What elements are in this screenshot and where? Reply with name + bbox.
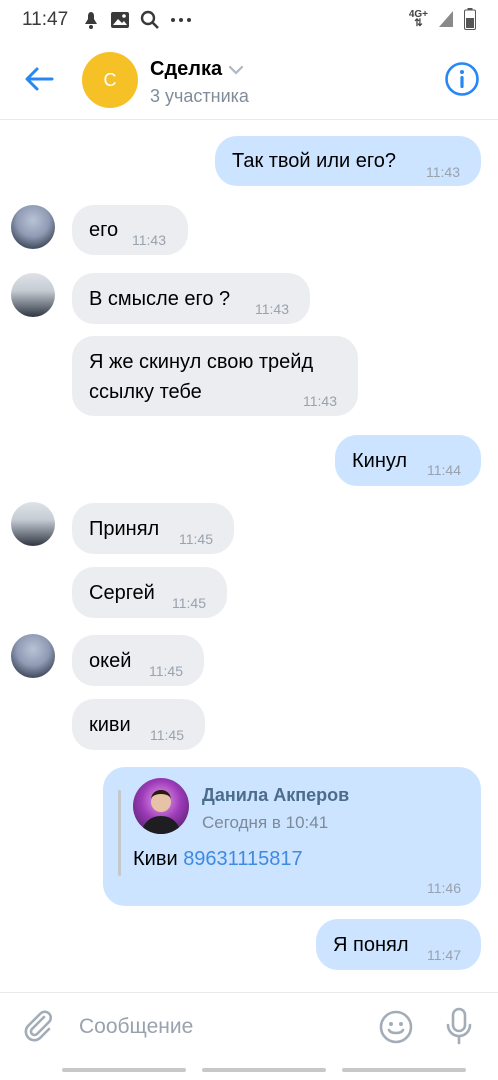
message-text: окей bbox=[89, 650, 132, 672]
status-bar: 11:47 4G+ ⇅ bbox=[0, 0, 498, 40]
message-text: Кинул bbox=[352, 450, 408, 472]
chat-members-count: 3 участника bbox=[150, 86, 249, 106]
forwarded-text: Киви 89631115817 bbox=[133, 848, 303, 870]
message-time: 11:43 bbox=[426, 164, 460, 180]
composer-bar bbox=[0, 992, 498, 1062]
message-text: Сергей bbox=[89, 582, 155, 604]
system-nav-bar bbox=[0, 1062, 498, 1080]
chat-avatar[interactable]: С bbox=[82, 52, 138, 108]
person-silhouette-icon bbox=[141, 790, 181, 834]
info-icon[interactable] bbox=[444, 61, 480, 97]
notification-icon bbox=[85, 12, 98, 29]
status-right: 4G+ ⇅ bbox=[409, 8, 476, 30]
message-time: 11:43 bbox=[255, 301, 289, 317]
nav-segment[interactable] bbox=[202, 1068, 326, 1072]
message-text: киви bbox=[89, 714, 131, 736]
chat-title[interactable]: Сделка bbox=[150, 58, 244, 81]
sender-avatar[interactable] bbox=[11, 634, 55, 678]
nav-segment[interactable] bbox=[342, 1068, 466, 1072]
message-text: Я же скинул свою трейд ссылку тебе bbox=[89, 351, 314, 403]
message-time: 11:43 bbox=[303, 393, 337, 409]
message-bubble[interactable]: Я понял 11:47 bbox=[316, 919, 481, 970]
search-status-icon bbox=[140, 10, 160, 29]
more-status-icon bbox=[171, 18, 192, 22]
message-bubble[interactable]: Сергей 11:45 bbox=[72, 567, 227, 618]
chat-screen: 11:47 4G+ ⇅ С Сделка 3 участника Так твой… bbox=[0, 0, 498, 1080]
message-text: В смысле его ? bbox=[89, 288, 231, 310]
sender-avatar[interactable] bbox=[11, 273, 55, 317]
sender-avatar[interactable] bbox=[11, 502, 55, 546]
message-time: 11:45 bbox=[149, 663, 183, 679]
forwarded-author-avatar[interactable] bbox=[133, 778, 189, 834]
back-arrow-icon[interactable] bbox=[22, 62, 56, 96]
message-time: 11:45 bbox=[150, 727, 184, 743]
signal-icon bbox=[439, 11, 453, 27]
message-time: 11:43 bbox=[132, 232, 166, 248]
status-time: 11:47 bbox=[22, 9, 69, 30]
gallery-icon bbox=[111, 12, 130, 28]
network-icon: 4G+ ⇅ bbox=[408, 9, 428, 29]
message-text: Принял bbox=[89, 518, 160, 540]
message-bubble[interactable]: Принял 11:45 bbox=[72, 503, 234, 554]
message-text: Я понял bbox=[333, 934, 409, 956]
nav-segment[interactable] bbox=[62, 1068, 186, 1072]
microphone-icon[interactable] bbox=[444, 1007, 474, 1045]
message-time: 11:45 bbox=[172, 595, 206, 611]
sender-avatar[interactable] bbox=[11, 205, 55, 249]
message-bubble[interactable]: В смысле его ? 11:43 bbox=[72, 273, 310, 324]
battery-icon bbox=[464, 8, 476, 30]
phone-link[interactable]: 89631115817 bbox=[183, 848, 302, 870]
chevron-down-icon bbox=[229, 65, 244, 75]
message-bubble[interactable]: Я же скинул свою трейд ссылку тебе 11:43 bbox=[72, 336, 358, 416]
chat-header: С Сделка 3 участника bbox=[0, 40, 498, 120]
message-bubble[interactable]: его 11:43 bbox=[72, 205, 188, 255]
emoji-icon[interactable] bbox=[378, 1009, 414, 1045]
message-text: Так твой или его? bbox=[232, 150, 396, 172]
message-bubble[interactable]: Кинул 11:44 bbox=[335, 435, 481, 486]
message-time: 11:45 bbox=[179, 531, 213, 547]
status-icons bbox=[82, 10, 192, 30]
message-input[interactable] bbox=[79, 1011, 359, 1043]
forward-quote-bar bbox=[118, 790, 121, 876]
message-bubble[interactable]: Так твой или его? 11:43 bbox=[215, 136, 481, 186]
message-bubble[interactable]: киви 11:45 bbox=[72, 699, 205, 750]
message-time: 11:46 bbox=[427, 880, 461, 896]
message-bubble[interactable]: окей 11:45 bbox=[72, 635, 204, 686]
paperclip-icon[interactable] bbox=[22, 1009, 56, 1043]
message-time: 11:47 bbox=[427, 947, 461, 963]
forwarded-date: Сегодня в 10:41 bbox=[202, 813, 329, 832]
message-text: его bbox=[89, 219, 119, 241]
message-time: 11:44 bbox=[427, 462, 461, 478]
forwarded-author-name[interactable]: Данила Акперов bbox=[202, 785, 349, 806]
